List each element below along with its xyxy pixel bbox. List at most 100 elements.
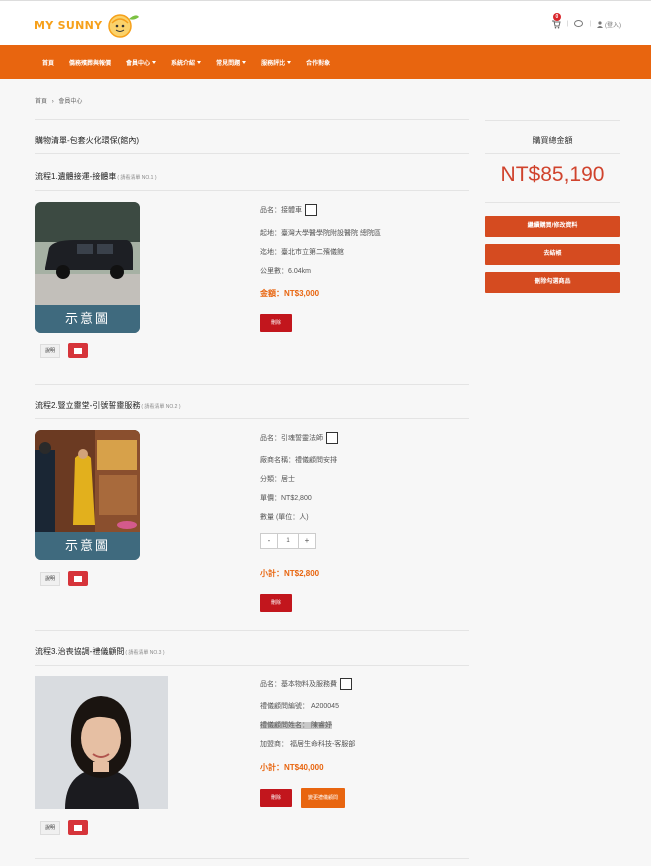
nav-item-partners[interactable]: 合作對象 bbox=[306, 58, 330, 67]
divider bbox=[35, 190, 469, 191]
item-detail: 起地：臺灣大學醫學院附設醫院 總院區 bbox=[260, 230, 381, 237]
item-name-text: 品名：接體車 bbox=[260, 206, 302, 214]
item-detail: 公里數：6.04km bbox=[260, 268, 311, 275]
divider bbox=[35, 119, 469, 120]
divider: | bbox=[566, 21, 569, 27]
nav-item-member-center[interactable]: 會員中心 bbox=[126, 58, 157, 67]
item-detail: 數量 (單位：人) bbox=[260, 514, 309, 521]
description-button[interactable]: 說明 bbox=[40, 344, 60, 358]
step-title-text: 流程2.豎立靈堂-引號誓靈服務 bbox=[35, 401, 141, 410]
quantity-plus-button[interactable]: + bbox=[298, 533, 316, 549]
login-label: (登入) bbox=[605, 22, 621, 29]
chevron-down-icon bbox=[242, 60, 247, 64]
item-detail: 廠商名稱：禮儀顧問安排 bbox=[260, 457, 337, 464]
nav-item-label: 會員中心 bbox=[126, 60, 151, 67]
login-link[interactable]: (登入) bbox=[597, 20, 621, 29]
hearse-photo bbox=[35, 202, 140, 305]
item-checkbox[interactable] bbox=[340, 678, 352, 690]
nav-item-label: 系統介紹 bbox=[171, 60, 196, 67]
main-nav: 首頁 僑務殯葬與報價 會員中心 系統介紹 常見問題 服務評比 合作對象 bbox=[0, 45, 651, 79]
step-title-text: 流程1.遺體接運-接體車 bbox=[35, 172, 117, 181]
logo-text: MY SUNNY bbox=[34, 18, 103, 32]
item-detail: 禮儀顧問姓名： 陳睿妤 bbox=[260, 720, 332, 730]
divider bbox=[35, 153, 469, 154]
divider bbox=[35, 418, 469, 419]
site-logo[interactable]: MY SUNNY bbox=[34, 11, 140, 39]
quantity-stepper: - 1 + bbox=[260, 533, 316, 549]
cart-count-badge: 0 bbox=[552, 13, 561, 21]
divider bbox=[485, 202, 620, 203]
nav-item-label: 首頁 bbox=[42, 60, 55, 67]
breadcrumb-home[interactable]: 首頁 bbox=[35, 99, 47, 105]
divider bbox=[35, 384, 469, 385]
description-button[interactable]: 說明 bbox=[40, 821, 60, 835]
quantity-input[interactable]: 1 bbox=[278, 533, 298, 549]
delete-button[interactable]: 刪除 bbox=[260, 314, 292, 332]
step-title: 流程1.遺體接運-接體車( 請看清單 NO.1 ) bbox=[35, 171, 157, 182]
top-right-links: 0 | | (登入) bbox=[551, 13, 621, 29]
nav-item-system-intro[interactable]: 系統介紹 bbox=[171, 58, 202, 67]
divider: | bbox=[589, 21, 591, 27]
item-amount: 金額：NT$3,000 bbox=[260, 289, 320, 298]
service-image: 示意圖 bbox=[35, 202, 140, 333]
delete-button[interactable]: 刪除 bbox=[260, 789, 292, 807]
divider bbox=[485, 153, 620, 154]
nav-item-funeral-quote[interactable]: 僑務殯葬與報價 bbox=[69, 58, 111, 67]
delete-button[interactable]: 刪除 bbox=[260, 594, 292, 612]
nav-item-ratings[interactable]: 服務評比 bbox=[261, 58, 292, 67]
chat-icon[interactable] bbox=[574, 20, 584, 28]
continue-shopping-button[interactable]: 繼續購買/修改資料 bbox=[485, 216, 620, 237]
divider bbox=[35, 858, 469, 859]
description-button[interactable]: 說明 bbox=[40, 572, 60, 586]
chevron-down-icon bbox=[197, 60, 202, 64]
item-checkbox[interactable] bbox=[305, 204, 317, 216]
nav-item-label: 僑務殯葬與報價 bbox=[69, 60, 112, 67]
image-caption: 示意圖 bbox=[35, 532, 140, 560]
delete-selected-button[interactable]: 刪除勾選商品 bbox=[485, 272, 620, 293]
item-name: 品名：引魂誓靈法師 bbox=[260, 432, 338, 444]
cart-button[interactable]: 0 bbox=[551, 13, 561, 29]
chevron-down-icon bbox=[152, 60, 157, 64]
item-detail: 分類：居士 bbox=[260, 476, 295, 483]
advisor-name: 禮儀顧問姓名： 陳睿妤 bbox=[260, 722, 332, 729]
item-name-text: 品名：引魂誓靈法師 bbox=[260, 434, 323, 442]
total-amount: NT$85,190 bbox=[500, 163, 605, 186]
breadcrumb-current: 會員中心 bbox=[58, 99, 83, 105]
nav-item-label: 服務評比 bbox=[261, 60, 286, 67]
sun-mascot-icon bbox=[108, 14, 140, 38]
item-checkbox[interactable] bbox=[326, 432, 338, 444]
nav-item-faq[interactable]: 常見問題 bbox=[216, 58, 247, 67]
item-detail: 迄地：臺北市立第二殯儀館 bbox=[260, 249, 344, 256]
chevron-down-icon bbox=[287, 60, 292, 64]
step-title-text: 流程3.治喪協調-禮儀顧問 bbox=[35, 647, 125, 656]
step-note: ( 請看清單 NO.3 ) bbox=[125, 650, 165, 656]
item-name: 品名：基本物料及服務費 bbox=[260, 678, 352, 690]
mail-icon[interactable] bbox=[68, 571, 88, 586]
item-detail: 加盟商： 福居生命科技-客服部 bbox=[260, 741, 356, 748]
nav-item-home[interactable]: 首頁 bbox=[42, 58, 54, 67]
service-image: 示意圖 bbox=[35, 430, 140, 560]
mail-icon[interactable] bbox=[68, 820, 88, 835]
advisor-photo bbox=[35, 676, 168, 809]
nav-item-label: 合作對象 bbox=[306, 60, 331, 67]
user-icon bbox=[597, 20, 603, 28]
step-note: ( 請看清單 NO.2 ) bbox=[141, 404, 181, 410]
item-name: 品名：接體車 bbox=[260, 204, 317, 216]
step-title: 流程3.治喪協調-禮儀顧問( 請看清單 NO.3 ) bbox=[35, 646, 165, 657]
step-note: ( 請看清單 NO.1 ) bbox=[117, 175, 157, 181]
breadcrumb-separator: › bbox=[51, 99, 54, 105]
divider bbox=[485, 120, 620, 121]
quantity-minus-button[interactable]: - bbox=[260, 533, 278, 549]
page-title: 購物清單-包套火化環保(館內) bbox=[35, 136, 139, 145]
item-amount: 小計：NT$40,000 bbox=[260, 763, 324, 772]
total-title: 購買總金額 bbox=[532, 136, 573, 145]
checkout-button[interactable]: 去結帳 bbox=[485, 244, 620, 265]
change-advisor-button[interactable]: 變更禮儀顧問 bbox=[301, 788, 345, 808]
breadcrumb: 首頁 › 會員中心 bbox=[35, 96, 85, 105]
mail-icon[interactable] bbox=[68, 343, 88, 358]
nav-item-label: 常見問題 bbox=[216, 60, 241, 67]
ceremony-photo bbox=[35, 430, 140, 535]
divider bbox=[35, 665, 469, 666]
divider bbox=[35, 630, 469, 631]
step-title: 流程2.豎立靈堂-引號誓靈服務( 請看清單 NO.2 ) bbox=[35, 400, 181, 411]
